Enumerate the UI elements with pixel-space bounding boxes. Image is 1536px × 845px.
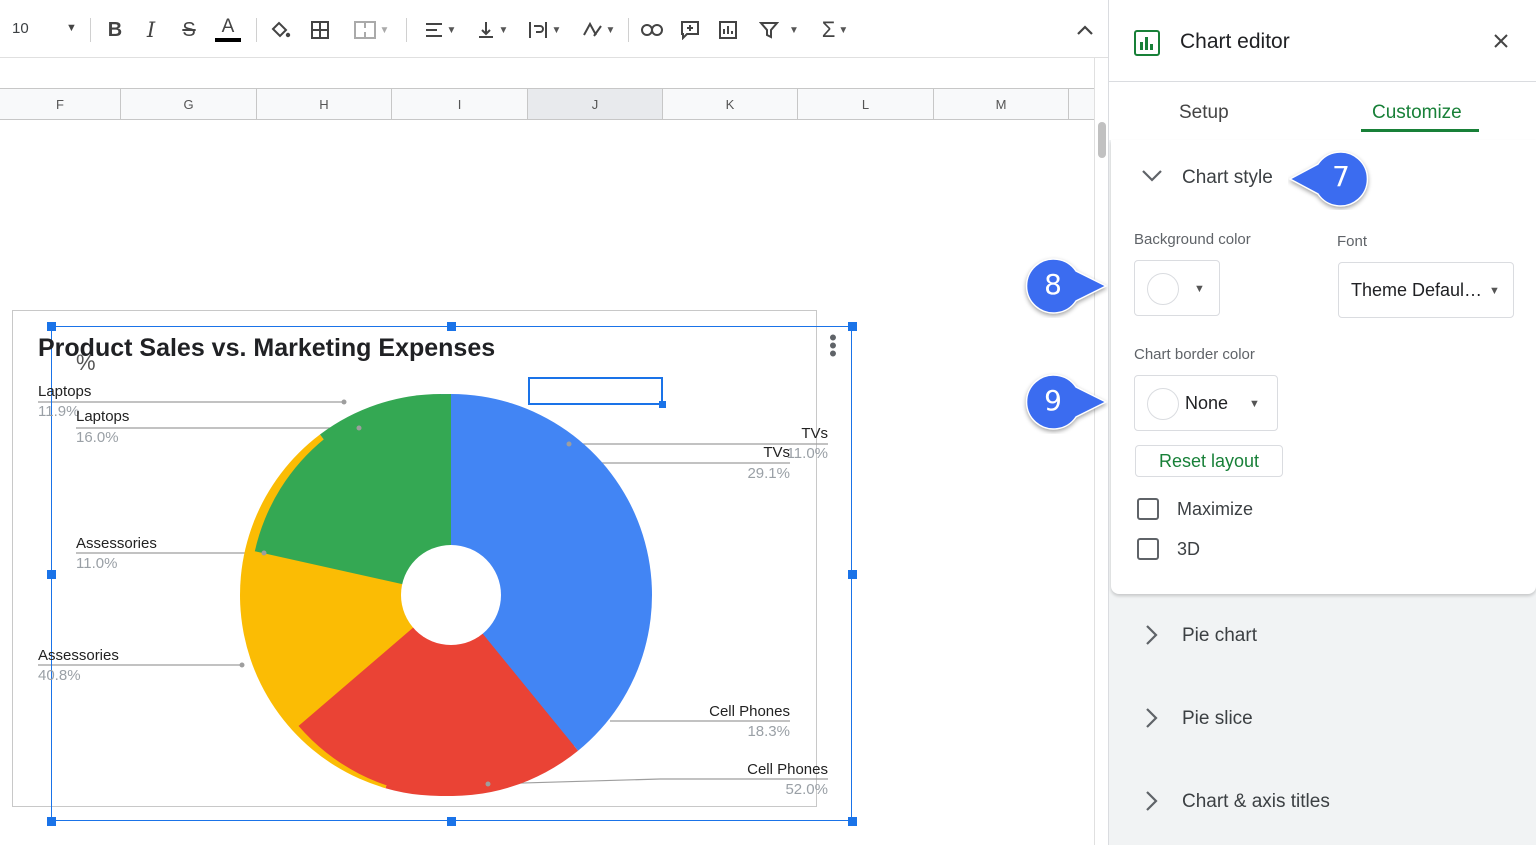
chart-percent-glyph: % xyxy=(76,350,96,375)
background-color-swatch xyxy=(1147,273,1179,305)
chevron-right-icon[interactable] xyxy=(1145,624,1159,652)
close-icon[interactable] xyxy=(1489,28,1513,54)
pct-laptops-inner: 16.0% xyxy=(76,429,119,446)
3d-checkbox[interactable] xyxy=(1137,538,1159,560)
chart-more-options-icon[interactable]: • • • xyxy=(827,327,839,365)
label-cell-phones-inner: Cell Phones xyxy=(709,703,790,720)
chart-selection-frame[interactable] xyxy=(51,326,852,821)
dropdown-caret-icon: ▼ xyxy=(1489,285,1500,297)
callout-number: 9 xyxy=(1044,384,1062,417)
background-color-label: Background color xyxy=(1134,231,1251,248)
resize-handle-n[interactable] xyxy=(447,322,456,331)
resize-handle-ne[interactable] xyxy=(848,322,857,331)
section-title-chart-axis-titles[interactable]: Chart & axis titles xyxy=(1182,791,1330,813)
label-assessories-inner: Assessories xyxy=(76,535,157,552)
reset-layout-button[interactable]: Reset layout xyxy=(1135,445,1283,477)
dropdown-caret-icon: ▼ xyxy=(1249,398,1260,410)
selection-handle[interactable] xyxy=(659,401,666,408)
resize-handle-nw[interactable] xyxy=(47,322,56,331)
tab-setup[interactable]: Setup xyxy=(1179,102,1229,124)
chart-editor-panel: Chart editor Setup Customize Chart style… xyxy=(1108,0,1536,845)
border-color-label: Chart border color xyxy=(1134,346,1255,363)
callout-number: 7 xyxy=(1332,160,1350,193)
label-laptops-inner: Laptops xyxy=(76,408,130,425)
chevron-right-icon[interactable] xyxy=(1145,790,1159,818)
panel-header: Chart editor xyxy=(1109,0,1536,82)
maximize-label[interactable]: Maximize xyxy=(1177,499,1253,520)
resize-handle-se[interactable] xyxy=(848,817,857,826)
chart-title[interactable]: Product Sales vs. Marketing Expenses xyxy=(38,334,495,363)
pct-cell-phones-outer: 52.0% xyxy=(785,781,828,798)
label-cell-phones-outer: Cell Phones xyxy=(747,761,828,778)
sheet-vertical-scrollbar[interactable] xyxy=(1094,58,1108,845)
callout-number: 8 xyxy=(1044,268,1062,301)
dropdown-caret-icon: ▼ xyxy=(1194,283,1205,295)
3d-label[interactable]: 3D xyxy=(1177,539,1200,560)
section-title-chart-style[interactable]: Chart style xyxy=(1182,167,1273,189)
chart-element-selection[interactable] xyxy=(528,377,666,408)
maximize-checkbox[interactable] xyxy=(1137,498,1159,520)
pct-assessories-inner: 11.0% xyxy=(76,555,118,572)
resize-handle-e[interactable] xyxy=(848,570,857,579)
resize-handle-w[interactable] xyxy=(47,570,56,579)
chart-editor-icon xyxy=(1134,30,1160,56)
pct-assessories-outer: 40.8% xyxy=(38,667,81,684)
border-color-value: None xyxy=(1185,393,1229,413)
label-tvs-outer: TVs xyxy=(801,425,828,442)
label-laptops-outer: Laptops xyxy=(38,383,92,400)
section-title-pie-slice[interactable]: Pie slice xyxy=(1182,708,1253,730)
font-label: Font xyxy=(1337,233,1368,250)
scrollbar-thumb[interactable] xyxy=(1098,122,1106,158)
pct-laptops-outer: 11.9% xyxy=(38,403,80,420)
chevron-down-icon[interactable] xyxy=(1141,166,1163,189)
pct-cell-phones-inner: 18.3% xyxy=(747,723,790,740)
section-title-pie-chart[interactable]: Pie chart xyxy=(1182,625,1257,647)
background-color-picker[interactable]: ▼ xyxy=(1134,260,1220,316)
tab-customize[interactable]: Customize xyxy=(1372,102,1462,124)
resize-handle-sw[interactable] xyxy=(47,817,56,826)
chevron-right-icon[interactable] xyxy=(1145,707,1159,735)
active-tab-indicator xyxy=(1361,129,1479,132)
pct-tvs-inner: 29.1% xyxy=(747,465,790,482)
label-assessories-outer: Assessories xyxy=(38,647,119,664)
font-select-value: Theme Defaul… xyxy=(1351,280,1483,300)
border-color-swatch xyxy=(1147,388,1179,420)
resize-handle-s[interactable] xyxy=(447,817,456,826)
label-tvs-inner: TVs xyxy=(763,444,790,461)
border-color-picker[interactable]: None ▼ xyxy=(1134,375,1278,431)
panel-title: Chart editor xyxy=(1180,30,1290,53)
font-select[interactable]: Theme Defaul… ▼ xyxy=(1338,262,1514,318)
